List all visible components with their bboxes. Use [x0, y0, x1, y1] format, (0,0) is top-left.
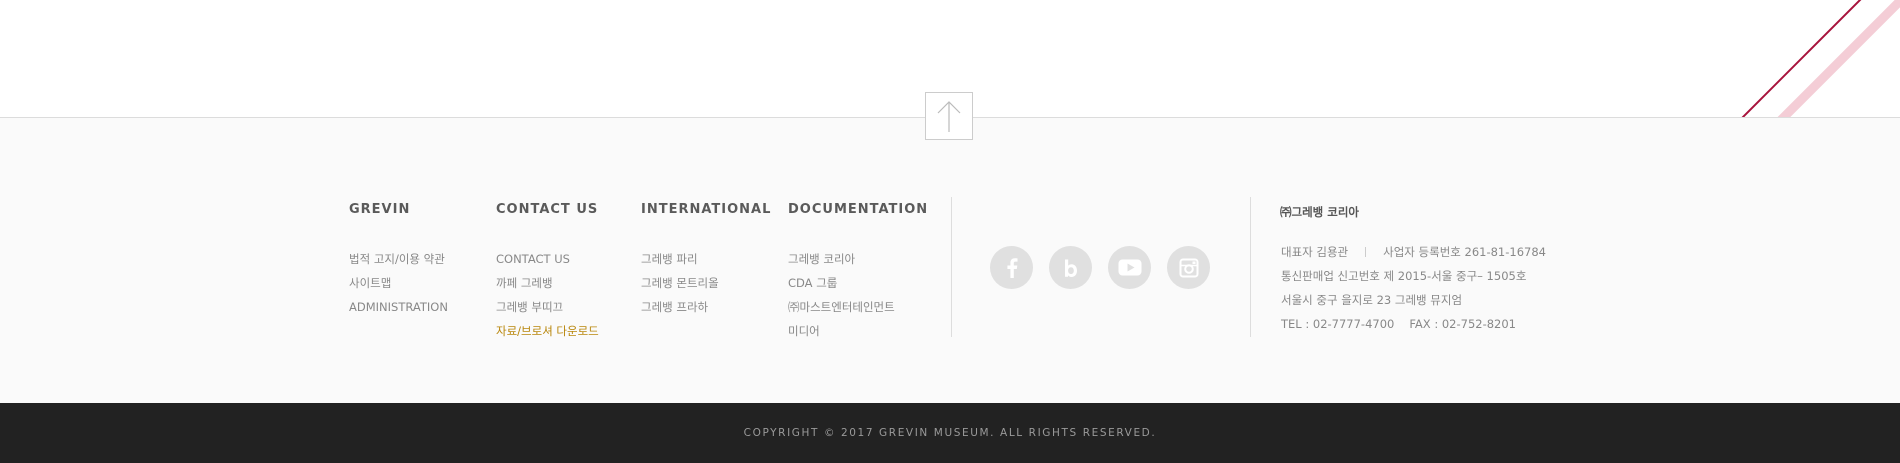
link-brochure-download[interactable]: 자료/브로셔 다운로드 [496, 319, 599, 343]
footer [0, 117, 1900, 404]
column-title: INTERNATIONAL [641, 202, 772, 217]
youtube-icon [1118, 259, 1141, 276]
blog-button[interactable] [1049, 246, 1092, 289]
youtube-button[interactable] [1108, 246, 1151, 289]
copyright-bar: COPYRIGHT © 2017 GREVIN MUSEUM. ALL RIGH… [0, 403, 1900, 463]
mail-order-registration: 통신판매업 신고번호 제 2015-서울 중구– 1505호 [1281, 269, 1527, 283]
fax: FAX : 02-752-8201 [1409, 317, 1516, 331]
link-grevin-paris[interactable]: 그레뱅 파리 [641, 247, 771, 271]
facebook-icon [1006, 257, 1017, 278]
scroll-to-top-button[interactable] [925, 92, 973, 140]
link-mast-entertainment[interactable]: ㈜마스트엔터테인먼트 [788, 295, 928, 319]
ceo-name: 대표자 김용관 [1281, 245, 1349, 259]
instagram-button[interactable] [1167, 246, 1210, 289]
link-contact-us[interactable]: CONTACT US [496, 247, 599, 271]
company-info: 대표자 김용관 사업자 등록번호 261-81-16784 통신판매업 신고번호 … [1281, 240, 1546, 336]
telephone: TEL : 02-7777-4700 [1281, 317, 1395, 331]
column-title: DOCUMENTATION [788, 202, 929, 217]
divider-left [951, 197, 952, 337]
company-info-line-4: TEL : 02-7777-4700 FAX : 02-752-8201 [1281, 312, 1546, 336]
link-cda-group[interactable]: CDA 그룹 [788, 271, 928, 295]
link-sitemap[interactable]: 사이트맵 [349, 271, 448, 295]
column-links: 법적 고지/이용 약관 사이트맵 ADMINISTRATION [349, 247, 448, 319]
business-registration-number: 사업자 등록번호 261-81-16784 [1383, 245, 1546, 259]
column-title: GREVIN [349, 202, 411, 217]
column-title: CONTACT US [496, 202, 599, 217]
instagram-icon [1179, 258, 1198, 277]
company-name: ㈜그레뱅 코리아 [1280, 205, 1359, 219]
footer-column-contact: CONTACT US CONTACT US 까페 그레뱅 그레뱅 부띠끄 자료/… [496, 202, 599, 343]
copyright-text: COPYRIGHT © 2017 GREVIN MUSEUM. ALL RIGH… [743, 427, 1157, 439]
link-administration[interactable]: ADMINISTRATION [349, 295, 448, 319]
column-links: CONTACT US 까페 그레뱅 그레뱅 부띠끄 자료/브로셔 다운로드 [496, 247, 599, 343]
link-cafe[interactable]: 까페 그레뱅 [496, 271, 599, 295]
footer-column-grevin: GREVIN 법적 고지/이용 약관 사이트맵 ADMINISTRATION [349, 202, 448, 319]
column-links: 그레뱅 코리아 CDA 그룹 ㈜마스트엔터테인먼트 미디어 [788, 247, 928, 343]
arrow-up-icon [937, 101, 961, 132]
link-media[interactable]: 미디어 [788, 319, 928, 343]
facebook-button[interactable] [990, 246, 1033, 289]
link-boutique[interactable]: 그레뱅 부띠끄 [496, 295, 599, 319]
divider-right [1250, 197, 1251, 337]
footer-column-international: INTERNATIONAL 그레뱅 파리 그레뱅 몬트리올 그레뱅 프라하 [641, 202, 771, 319]
link-legal-terms[interactable]: 법적 고지/이용 약관 [349, 247, 448, 271]
company-address: 서울시 중구 을지로 23 그레뱅 뮤지엄 [1281, 293, 1463, 307]
deco-dark-line [1730, 0, 1862, 130]
separator [1365, 247, 1367, 257]
column-links: 그레뱅 파리 그레뱅 몬트리올 그레뱅 프라하 [641, 247, 771, 319]
company-info-line-1: 대표자 김용관 사업자 등록번호 261-81-16784 [1281, 240, 1546, 264]
link-grevin-montreal[interactable]: 그레뱅 몬트리올 [641, 271, 771, 295]
link-grevin-korea[interactable]: 그레뱅 코리아 [788, 247, 928, 271]
link-grevin-prague[interactable]: 그레뱅 프라하 [641, 295, 771, 319]
footer-column-documentation: DOCUMENTATION 그레뱅 코리아 CDA 그룹 ㈜마스트엔터테인먼트 … [788, 202, 928, 343]
blog-icon [1064, 259, 1077, 277]
